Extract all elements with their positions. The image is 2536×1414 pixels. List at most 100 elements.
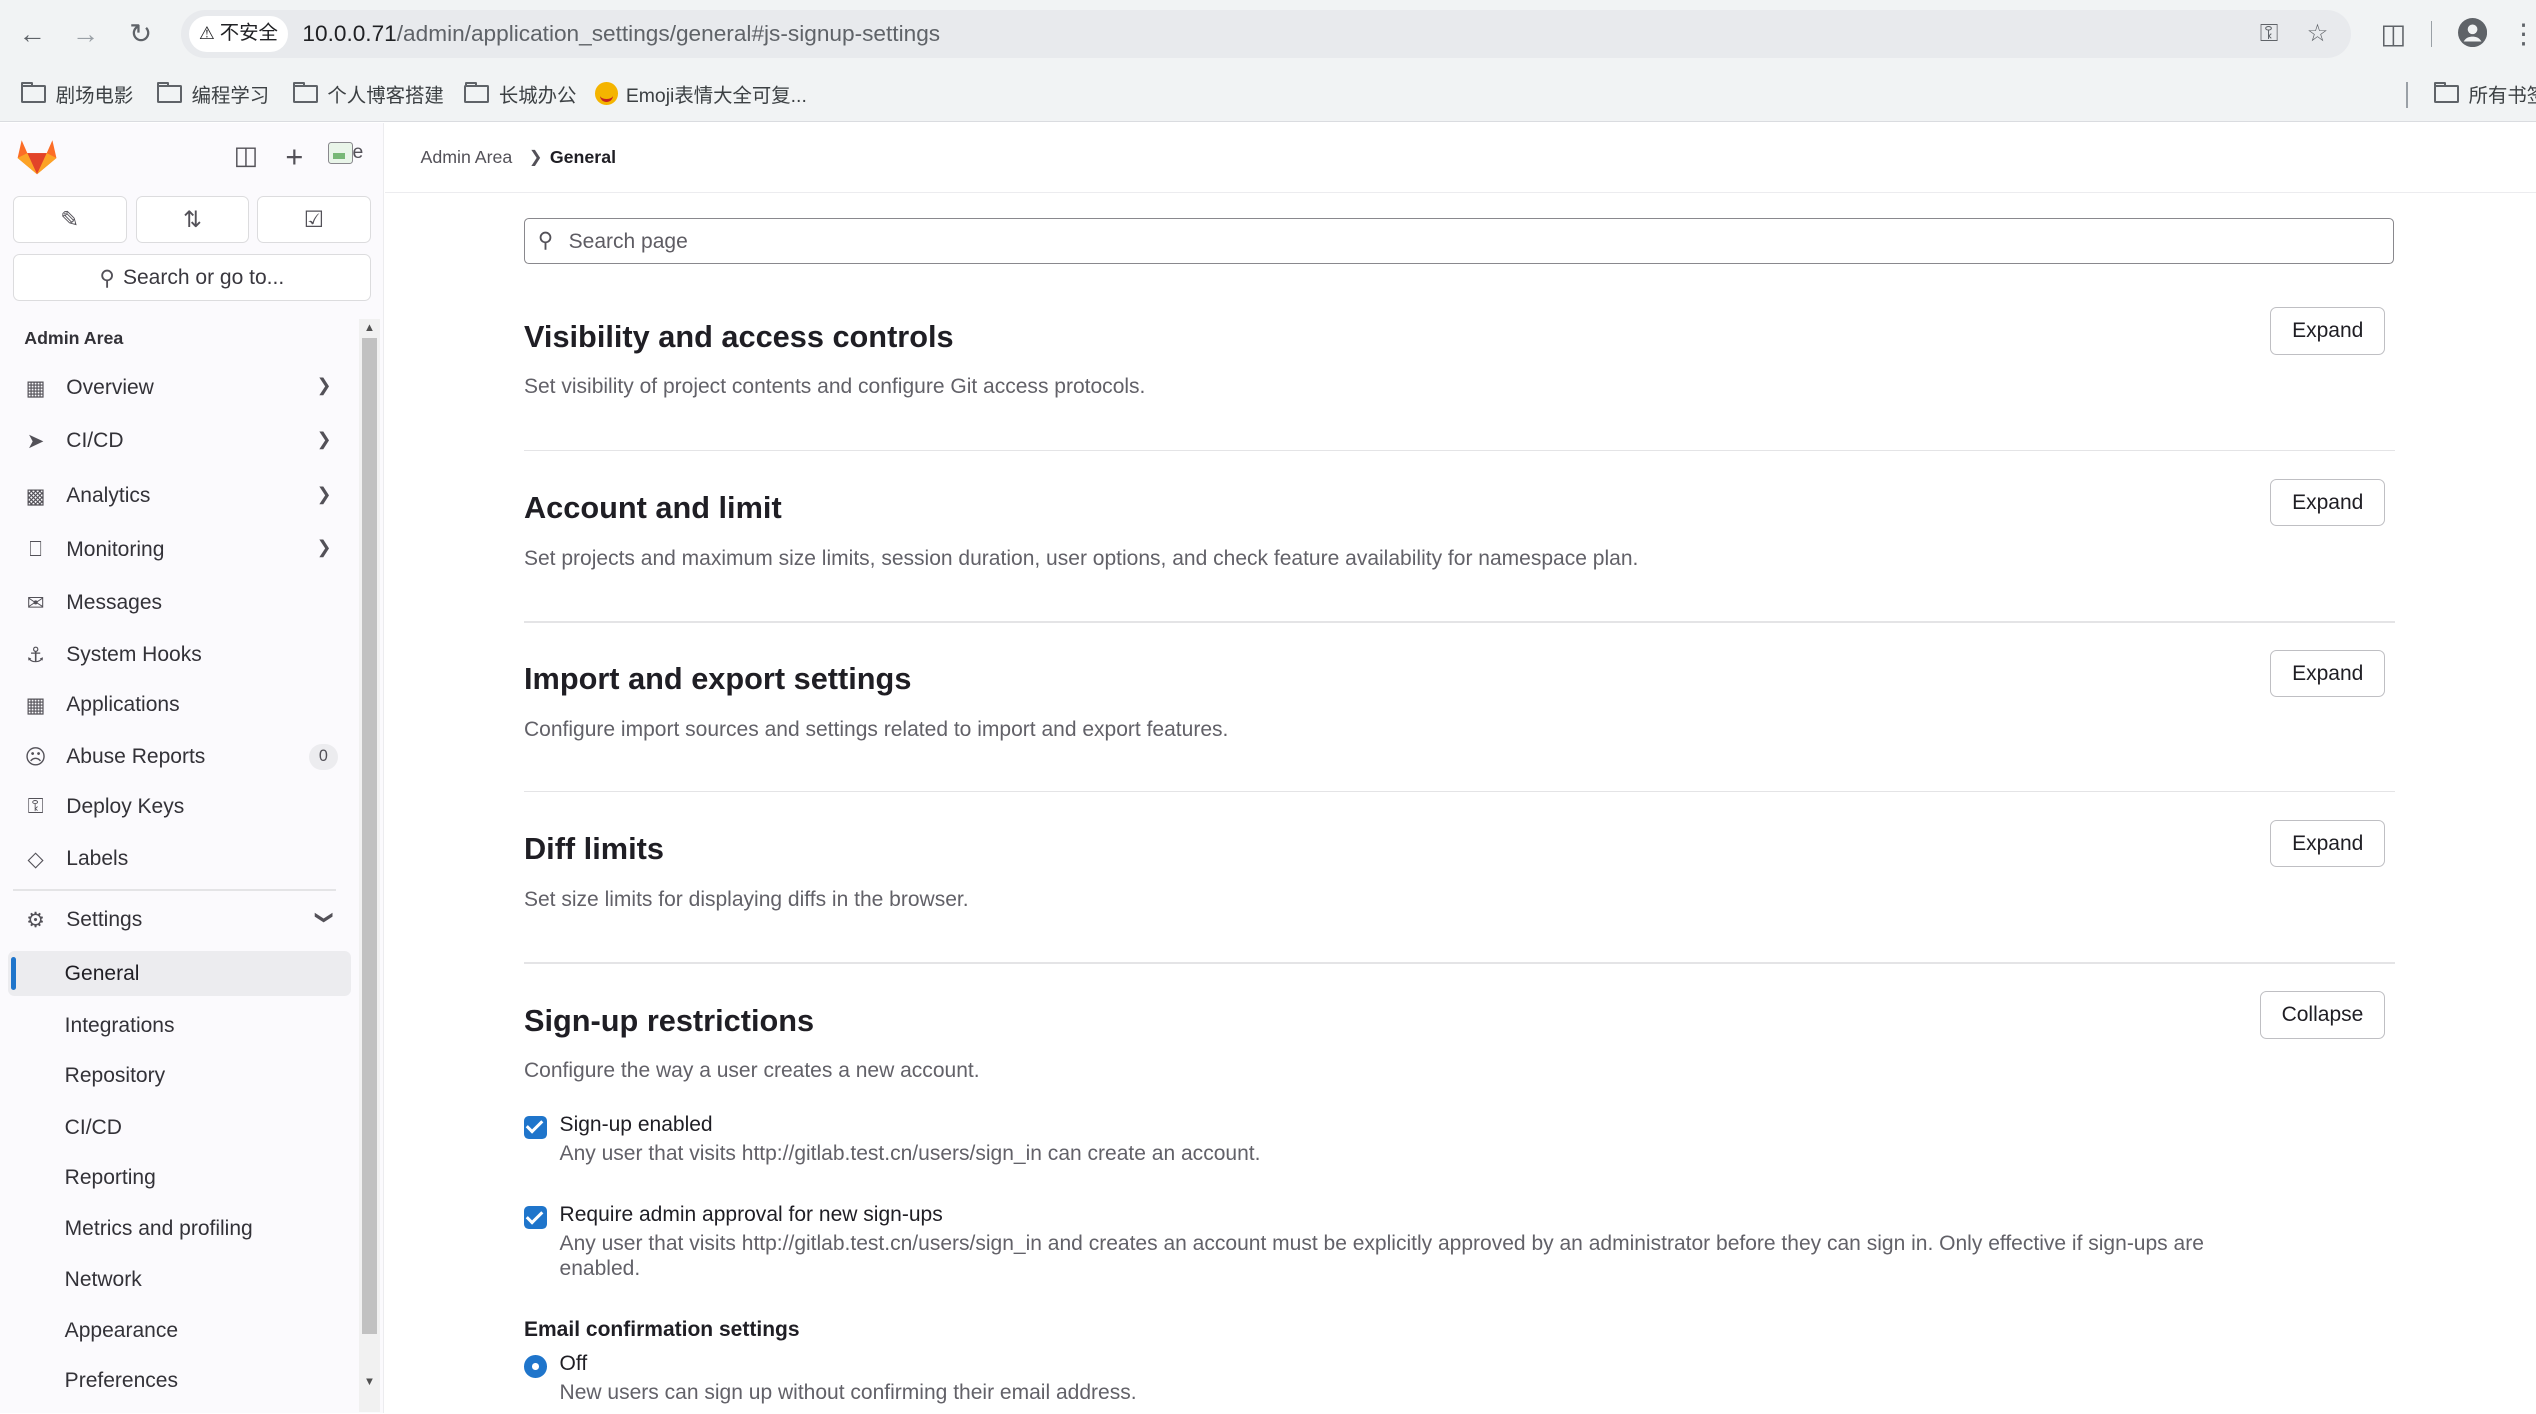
extensions-icon[interactable]: ◫ (2377, 18, 2409, 50)
key-icon: ⚿ (27, 794, 44, 818)
checkbox-label[interactable]: Sign-up enabled (560, 1113, 713, 1137)
scrollbar-thumb[interactable] (362, 337, 377, 1335)
overview-icon: ▦ (25, 377, 46, 401)
sidebar-subitem-metrics[interactable]: Metrics and profiling (8, 1206, 351, 1251)
sidebar-item-system-hooks[interactable]: ⚓ System Hooks (8, 632, 351, 677)
sidebar-subitem-appearance[interactable]: Appearance (8, 1308, 351, 1353)
reload-icon[interactable]: ↻ (125, 18, 157, 50)
bookmark-folder[interactable]: 长城办公 (464, 79, 576, 108)
expand-button[interactable]: Expand (2270, 650, 2386, 698)
plus-icon[interactable]: + (280, 141, 309, 172)
section-description: Configure import sources and settings re… (523, 718, 1229, 742)
sidebar: ◫ + e ✎ ⇅ ☑ ⚲ Search or go to... Admin Ar… (0, 122, 385, 1414)
search-page-input[interactable] (565, 222, 2384, 262)
sidebar-subitem-cicd[interactable]: CI/CD (8, 1105, 351, 1150)
chart-icon: ▩ (25, 485, 46, 509)
breadcrumb-separator-icon: ❯ (528, 148, 543, 167)
applications-icon: ▦ (25, 694, 46, 718)
monitor-icon: ⎕ (29, 537, 42, 561)
sidebar-item-monitoring[interactable]: ⎕ Monitoring ❯ (8, 527, 351, 572)
signup-enabled-checkbox[interactable] (523, 1115, 547, 1139)
admin-approval-checkbox[interactable] (523, 1206, 547, 1230)
sidebar-subitem-preferences[interactable]: Preferences (8, 1358, 351, 1403)
bookmarks-bar: 剧场电影 编程学习 个人博客搭建 长城办公 Emoji表情大全可复... 所有书… (0, 67, 2536, 123)
section-title: Account and limit (523, 490, 782, 525)
menu-dots-icon[interactable]: ⋮ (2510, 18, 2536, 50)
section-description: Set visibility of project contents and c… (523, 375, 1146, 399)
bookmark-star-icon[interactable]: ☆ (2301, 18, 2333, 50)
security-chip[interactable]: ⚠ 不安全 (189, 16, 288, 52)
merge-requests-button[interactable]: ⇅ (135, 195, 250, 243)
chevron-right-icon: ❯ (316, 428, 332, 449)
back-arrow-icon[interactable]: ← (16, 18, 48, 50)
sidebar-subitem-integrations[interactable]: Integrations (8, 1003, 351, 1048)
section-title: Admin Area (24, 328, 124, 349)
checkbox-label[interactable]: Require admin approval for new sign-ups (560, 1203, 943, 1227)
sidebar-subitem-network[interactable]: Network (8, 1257, 351, 1302)
folder-icon (292, 81, 318, 104)
password-key-icon[interactable]: ⚿ (2253, 18, 2285, 50)
radio-label[interactable]: Off (560, 1352, 588, 1376)
bookmark-folder[interactable]: 编程学习 (156, 79, 269, 108)
broken-image-icon (328, 142, 353, 164)
expand-button[interactable]: Expand (2270, 819, 2386, 868)
chevron-right-icon: ❯ (316, 375, 332, 396)
search-icon: ⚲ (99, 266, 115, 290)
sidebar-item-abuse-reports[interactable]: ☹ Abuse Reports 0 (8, 734, 351, 779)
expand-button[interactable]: Expand (2270, 478, 2386, 526)
sidebar-subitem-repository[interactable]: Repository (8, 1053, 351, 1098)
section-title: Visibility and access controls (523, 318, 954, 354)
sidebar-item-applications[interactable]: ▦ Applications (8, 682, 351, 727)
sidebar-divider (12, 889, 337, 892)
sidebar-item-overview[interactable]: ▦ Overview ❯ (8, 365, 351, 410)
profile-icon[interactable] (2457, 17, 2489, 50)
collapse-button[interactable]: Collapse (2259, 991, 2386, 1039)
abuse-icon: ☹ (24, 745, 47, 769)
sidebar-toggle-icon[interactable]: ◫ (231, 142, 260, 171)
sidebar-item-analytics[interactable]: ▩ Analytics ❯ (8, 474, 351, 519)
label-icon: ◇ (27, 847, 44, 871)
help-text: Any user that visits http://gitlab.test.… (559, 1141, 1261, 1165)
url-text[interactable]: 10.0.0.71/admin/application_settings/gen… (302, 10, 940, 59)
megaphone-icon: ✉ (26, 592, 45, 616)
avatar[interactable]: e (328, 141, 367, 173)
scroll-down-icon[interactable]: ▼ (364, 1376, 375, 1388)
all-bookmarks[interactable]: 所有书签 (2433, 79, 2536, 108)
search-icon: ⚲ (537, 229, 554, 253)
merge-request-icon: ⇅ (183, 206, 203, 232)
sidebar-subitem-reporting[interactable]: Reporting (8, 1155, 351, 1200)
bookmarks-divider (2406, 82, 2408, 109)
main-content: Admin Area ❯ General ⚲ Visibility and ac… (384, 122, 2536, 1414)
search-or-go-to-button[interactable]: ⚲ Search or go to... (12, 253, 371, 302)
section-title: Diff limits (523, 831, 664, 867)
bookmark-folder[interactable]: 剧场电影 (21, 79, 133, 108)
section-title: Sign-up restrictions (523, 1002, 815, 1038)
expand-button[interactable]: Expand (2270, 307, 2386, 355)
sidebar-subitem-general[interactable]: General (8, 950, 351, 997)
folder-icon (464, 81, 490, 104)
sidebar-item-messages[interactable]: ✉ Messages (8, 581, 351, 626)
folder-icon (21, 81, 47, 104)
todos-button[interactable]: ☑ (257, 195, 371, 243)
gitlab-logo-icon[interactable] (16, 137, 58, 176)
breadcrumb-parent[interactable]: Admin Area (420, 147, 512, 168)
emoji-favicon-icon (595, 82, 618, 106)
email-confirmation-off-radio[interactable] (523, 1355, 547, 1378)
issues-icon: ✎ (60, 206, 80, 232)
chevron-right-icon: ❯ (316, 536, 332, 557)
forward-arrow-icon[interactable]: → (70, 18, 102, 50)
sidebar-item-deploy-keys[interactable]: ⚿ Deploy Keys (8, 784, 351, 829)
sidebar-item-settings[interactable]: ⚙ Settings ❯ (8, 898, 351, 943)
issues-button[interactable]: ✎ (12, 195, 127, 243)
scroll-up-icon[interactable]: ▲ (364, 322, 375, 334)
breadcrumb: Admin Area ❯ General (384, 123, 2536, 194)
search-page-field[interactable]: ⚲ (523, 218, 2394, 264)
bookmark-link[interactable]: Emoji表情大全可复... (595, 79, 807, 108)
bookmark-folder[interactable]: 个人博客搭建 (292, 79, 444, 108)
sidebar-scrollbar[interactable]: ▲ ▼ (359, 318, 381, 1412)
sidebar-item-cicd[interactable]: ➤ CI/CD ❯ (8, 419, 351, 464)
address-bar[interactable]: ⚠ 不安全 10.0.0.71/admin/application_setting… (181, 9, 2352, 59)
breadcrumb-current[interactable]: General (550, 147, 616, 168)
sidebar-item-labels[interactable]: ◇ Labels (8, 836, 351, 881)
section-title: Import and export settings (523, 661, 912, 697)
